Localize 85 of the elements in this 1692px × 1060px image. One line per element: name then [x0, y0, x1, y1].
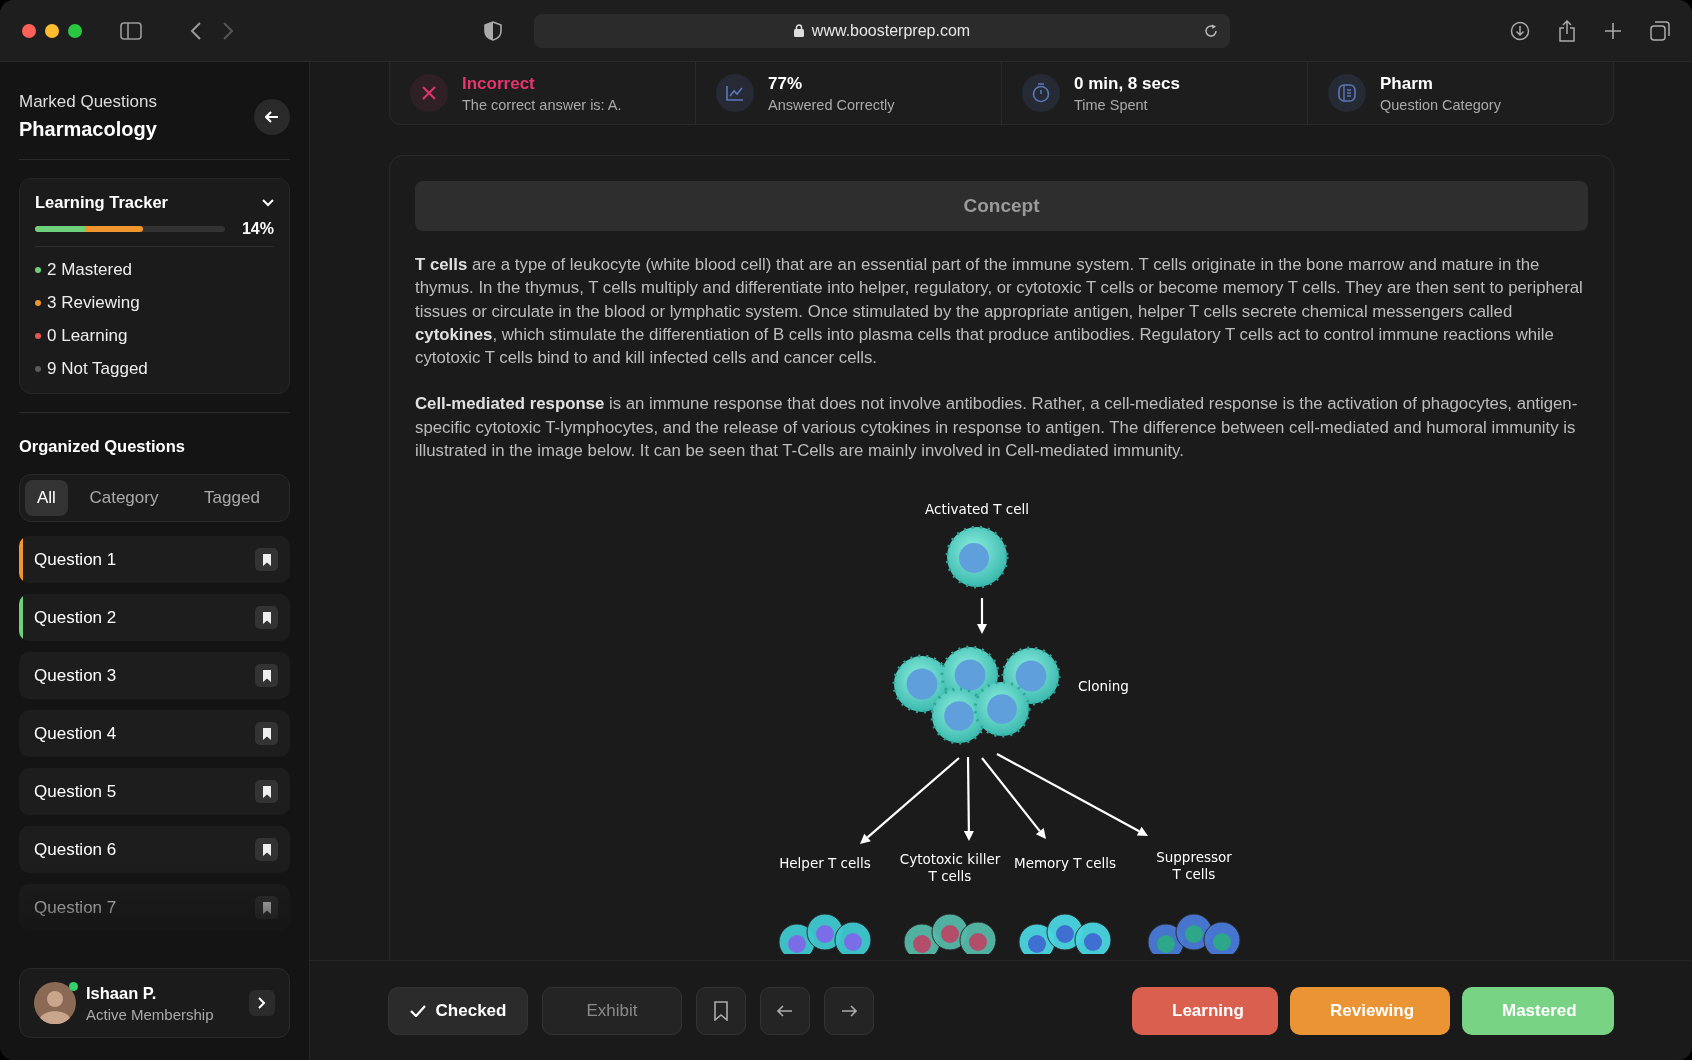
- bookmark-icon[interactable]: [255, 838, 278, 861]
- previous-button[interactable]: [760, 986, 810, 1035]
- plus-icon[interactable]: [1604, 21, 1622, 40]
- membership-label: Active Membership: [86, 1005, 215, 1023]
- sidebar-overline: Marked Questions: [19, 92, 157, 112]
- download-icon[interactable]: [1510, 20, 1530, 41]
- chevron-right-icon[interactable]: [249, 990, 275, 1016]
- concept-title: Concept: [963, 195, 1040, 217]
- filter-tab[interactable]: Category: [71, 480, 176, 516]
- stat-value: 77%: [768, 73, 804, 94]
- question-label: Question 2: [34, 607, 117, 628]
- stat-value: 0 min, 8 secs: [1074, 73, 1180, 94]
- close-window-button[interactable]: [22, 23, 36, 38]
- stat-label: Question Category: [1380, 96, 1501, 113]
- url-text: www.boosterprep.com: [811, 21, 971, 40]
- avatar-icon: [34, 982, 76, 1024]
- question-label: Question 4: [34, 723, 117, 744]
- question-item[interactable]: Question 3: [19, 652, 290, 699]
- arrow-left-icon: [265, 110, 279, 123]
- question-label: Question 7: [34, 897, 117, 918]
- question-item[interactable]: Question 4: [19, 710, 290, 757]
- bookmark-icon[interactable]: [255, 722, 278, 745]
- filter-tab[interactable]: All: [25, 480, 68, 516]
- shield-icon[interactable]: [484, 20, 502, 41]
- bookmark-icon: [713, 1000, 729, 1021]
- bookmark-icon[interactable]: [255, 606, 278, 629]
- stopwatch-icon: [1022, 74, 1060, 112]
- minimize-window-button[interactable]: [45, 23, 59, 38]
- diagram-label: Cytotoxic killer T cells: [899, 851, 1000, 885]
- question-label: Question 6: [34, 839, 117, 860]
- sidebar-toggle-icon[interactable]: [120, 21, 142, 40]
- profile-card[interactable]: Ishaan P. Active Membership: [19, 968, 290, 1038]
- question-label: Question 3: [34, 665, 117, 686]
- diagram-label: Helper T cells: [778, 855, 871, 872]
- line-chart-icon: [716, 74, 754, 112]
- legend-label: 2 Mastered: [47, 259, 133, 280]
- concept-paragraph: Cell-mediated response is an immune response that does not involve antibodies. Rather, a cell-mediated response is the activation of phagocytes, antigen-specific cytotoxic T-lymphocytes, and the release of various cytokines in response to antigen. The difference between cell-mediated and humoral immunity is illustrated in the image below. It can be seen that T-Cells are mainly involved in Cell-mediated immunity.: [415, 393, 1579, 463]
- question-item[interactable]: Question 5: [19, 768, 290, 815]
- arrow-right-icon: [841, 1004, 857, 1017]
- category-icon: [1328, 74, 1366, 112]
- filter-tab[interactable]: Tagged: [179, 480, 284, 516]
- bookmark-icon[interactable]: [255, 548, 278, 571]
- address-bar[interactable]: www.boosterprep.com: [534, 13, 1230, 48]
- bookmark-icon[interactable]: [255, 664, 278, 687]
- share-icon[interactable]: [1558, 19, 1576, 42]
- maximize-window-button[interactable]: [68, 23, 82, 38]
- reload-icon[interactable]: [1204, 23, 1218, 38]
- concept-paragraph: T cells are a type of leukocyte (white blood cell) that are an essential part of the immune system. T cells originate in the bone marrow and mature in the thymus. In the thymus, T cells multiply and differentiate into helper, regulatory, or cytotoxic T cells or become memory T cells. They are then sent to peripheral tissues or circulate in the blood or lymphatic system. Once stimulated by the appropriate antigen, helper T cells secrete chemical messengers called cytokines, which stimulate the differentiation of B cells into plasma cells that produce antibodies. Regulatory T cells act to control immune reactions while cytotoxic T cells bind to and kill infected cells and cancer cells.: [415, 254, 1584, 370]
- question-label: Question 1: [34, 549, 117, 570]
- tabs-overview-icon[interactable]: [1650, 20, 1670, 41]
- next-button[interactable]: [824, 986, 874, 1035]
- question-item[interactable]: Question 6: [19, 826, 290, 873]
- bookmark-button[interactable]: [696, 986, 746, 1035]
- chevron-down-icon[interactable]: [262, 198, 274, 207]
- checked-button[interactable]: Checked: [388, 986, 528, 1035]
- stat-label: Answered Correctly: [768, 96, 895, 113]
- diagram-label: Activated T cell: [924, 501, 1029, 518]
- cross-icon: [410, 74, 448, 112]
- stat-label: The correct answer is: A.: [462, 96, 622, 113]
- sidebar-title: Pharmacology: [19, 118, 157, 141]
- stat-label: Time Spent: [1074, 96, 1149, 113]
- arrow-left-icon: [777, 1004, 793, 1017]
- diagram-label: Memory T cells: [1013, 855, 1116, 872]
- legend-label: 9 Not Tagged: [47, 358, 148, 379]
- stat-value: Pharm: [1380, 73, 1434, 94]
- activated-t-cell-drawing: [945, 525, 1008, 589]
- diagram-label: Suppressor T cells: [1155, 849, 1232, 883]
- progress-percent: 14%: [241, 220, 274, 238]
- status-button[interactable]: Learning: [1132, 986, 1278, 1035]
- section-title: Organized Questions: [19, 437, 186, 456]
- diagram-label: Cloning: [1077, 678, 1129, 695]
- tracker-title: Learning Tracker: [35, 193, 168, 212]
- lock-icon: [793, 24, 804, 37]
- question-item[interactable]: Question 2: [19, 594, 290, 641]
- question-item[interactable]: Question 1: [19, 536, 290, 583]
- legend-label: 3 Reviewing: [47, 292, 140, 313]
- user-name: Ishaan P.: [86, 983, 158, 1003]
- bookmark-icon[interactable]: [255, 780, 278, 803]
- stat-value: Incorrect: [462, 73, 536, 94]
- question-label: Question 5: [34, 781, 117, 802]
- legend-label: 0 Learning: [47, 325, 128, 346]
- arrow: [976, 598, 987, 635]
- checkmark-icon: [409, 1004, 426, 1017]
- back-button[interactable]: [254, 98, 290, 135]
- back-icon[interactable]: [190, 21, 202, 40]
